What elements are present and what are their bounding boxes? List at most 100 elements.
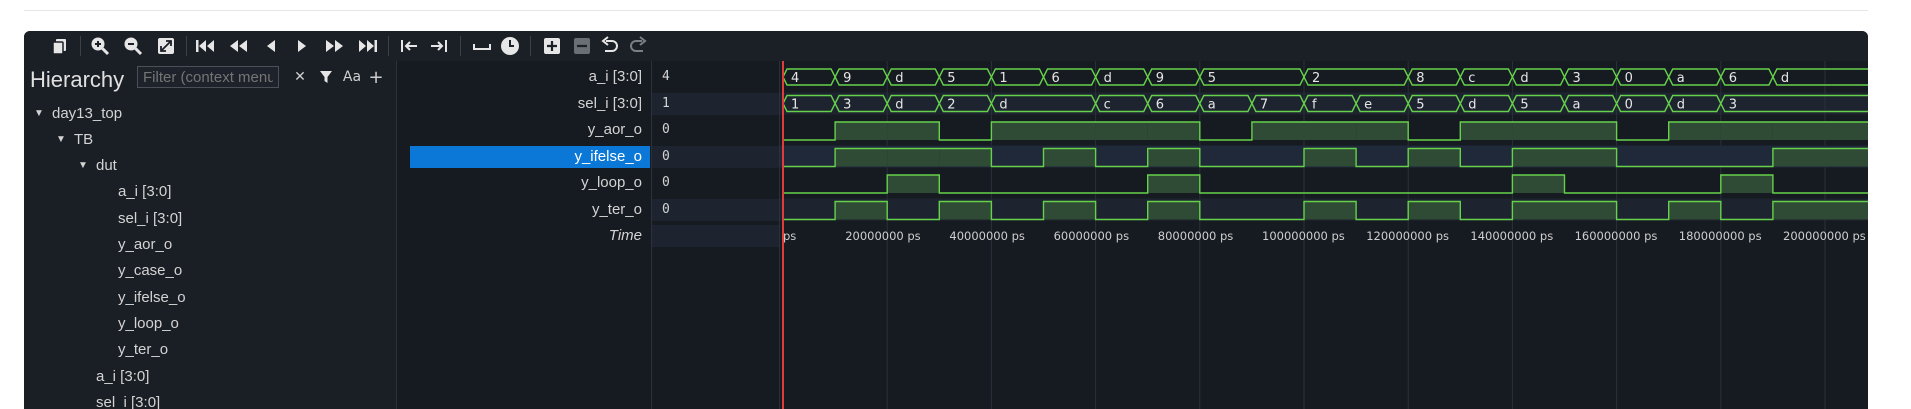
- tree-item-label: y_aor_o: [118, 236, 173, 253]
- tree-item[interactable]: y_ifelse_o: [118, 285, 186, 309]
- remove-icon[interactable]: [570, 34, 594, 58]
- bit-high-fill: [1043, 148, 1096, 167]
- bus-value-label: 9: [843, 71, 851, 86]
- step-back-icon[interactable]: [259, 34, 283, 58]
- bit-high-fill: [1147, 175, 1200, 193]
- bit-high-fill: [1512, 122, 1565, 140]
- zoom-fit-icon[interactable]: [154, 34, 178, 58]
- expand-triangle-icon[interactable]: ▼: [34, 108, 52, 119]
- bus-value-label: 6: [1156, 98, 1164, 113]
- funnel-icon[interactable]: [316, 66, 336, 88]
- bit-high-fill: [1825, 201, 1868, 220]
- signal-name[interactable]: y_ter_o: [410, 199, 650, 221]
- zoom-out-icon[interactable]: [121, 34, 145, 58]
- bit-high-fill: [1512, 148, 1565, 167]
- add-filter-button[interactable]: +: [366, 66, 386, 88]
- tree-item[interactable]: a_i [3:0]: [96, 364, 149, 388]
- time-axis-label: Time: [608, 227, 642, 244]
- time-tick-label: 40000000 ps: [949, 229, 1024, 243]
- tree-item[interactable]: y_aor_o: [118, 233, 172, 257]
- step-forward-icon[interactable]: [290, 34, 314, 58]
- bus-value-label: d: [1781, 71, 1789, 86]
- bit-high-fill: [1147, 201, 1200, 220]
- signal-name[interactable]: y_ifelse_o: [410, 145, 650, 168]
- clear-filter-icon[interactable]: ✕: [290, 66, 310, 88]
- time-tick-label: 20000000 ps: [845, 229, 920, 243]
- bit-high-fill: [1408, 148, 1461, 167]
- bus-value-label: 3: [1729, 98, 1737, 113]
- bus-value-label: 2: [1312, 71, 1320, 86]
- tree-item-label: dut: [96, 157, 117, 175]
- time-tick-label: ps: [783, 229, 796, 243]
- bus-value-label: 0: [1625, 71, 1633, 86]
- bit-high-fill: [1147, 148, 1200, 167]
- toolbar: [24, 31, 1868, 61]
- tree-item-label: TB: [74, 130, 94, 148]
- tree-item[interactable]: y_loop_o: [118, 311, 179, 335]
- time-tick-label: 180000000 ps: [1679, 229, 1762, 243]
- bus-value-label: a: [1573, 98, 1581, 113]
- tree-item-label: a_i [3:0]: [96, 367, 150, 385]
- time-tick-label: 140000000 ps: [1470, 229, 1553, 243]
- bit-high-fill: [1304, 201, 1357, 220]
- add-icon[interactable]: [540, 34, 564, 58]
- bus-value-label: d: [1468, 98, 1476, 113]
- tree-item[interactable]: ▼ day13_top: [34, 101, 122, 125]
- bus-value-label: a: [1677, 71, 1685, 86]
- undo-icon[interactable]: [598, 34, 622, 58]
- bit-high-fill: [1772, 201, 1825, 220]
- bus-value-label: 1: [791, 98, 799, 113]
- waveform-viewer-window: Hierarchy ✕ Aa + ▼day13_top▼TB▼duta_i [3…: [24, 31, 1868, 409]
- tree-item[interactable]: y_case_o: [118, 259, 182, 283]
- zoom-in-icon[interactable]: [88, 34, 112, 58]
- next-transition-icon[interactable]: [427, 34, 451, 58]
- bus-value-label: 5: [947, 71, 955, 86]
- tree-item[interactable]: sel_i [3:0]: [96, 390, 160, 409]
- add-timestamp-icon[interactable]: [498, 34, 522, 58]
- signal-name[interactable]: y_aor_o: [410, 119, 650, 141]
- expand-triangle-icon[interactable]: ▼: [56, 134, 74, 145]
- tree-item[interactable]: a_i [3:0]: [118, 180, 171, 204]
- next-page-icon[interactable]: [322, 34, 346, 58]
- toolbar-separator: [80, 36, 81, 56]
- bit-high-fill: [887, 122, 940, 140]
- bit-high-fill: [939, 148, 992, 167]
- hierarchy-filter-input[interactable]: [137, 66, 279, 88]
- bit-high-fill: [1720, 122, 1773, 140]
- waveform-canvas[interactable]: 4 9 d 5 1 6 d 9 5 2 8 c d 3 0 a 6 d1 3 d 2 d c 6 a 7 f e 5 d 5 a 0 d 3ps 20…: [780, 61, 1868, 409]
- redo-icon[interactable]: [626, 34, 650, 58]
- signal-value: 1: [652, 92, 780, 115]
- tree-item[interactable]: ▼ dut: [78, 154, 117, 178]
- signal-name[interactable]: a_i [3:0]: [410, 66, 650, 88]
- bit-high-fill: [835, 148, 888, 167]
- signal-value: 0: [652, 145, 780, 168]
- tree-item-label: y_ter_o: [118, 341, 169, 359]
- signal-name[interactable]: sel_i [3:0]: [410, 93, 650, 115]
- waveform-panel[interactable]: 4 9 d 5 1 6 d 9 5 2 8 c d 3 0 a 6 d 1 3 d 2 d c 6 a 7 f e 5 d 5 a 0 d 3 ps 20…: [779, 61, 1868, 409]
- signal-value: 0: [662, 122, 670, 137]
- copy-icon[interactable]: [48, 34, 72, 58]
- bit-high-fill: [1304, 148, 1357, 167]
- tree-item[interactable]: y_ter_o: [118, 338, 168, 362]
- go-to-end-icon[interactable]: [355, 34, 379, 58]
- bit-high-fill: [1251, 122, 1304, 140]
- signal-value: 4: [662, 69, 670, 84]
- toolbar-separator: [186, 36, 187, 56]
- page-divider: [24, 10, 1868, 11]
- case-sensitive-toggle[interactable]: Aa: [342, 66, 362, 88]
- bit-high-fill: [1147, 122, 1200, 140]
- toolbar-separator: [530, 36, 531, 56]
- signal-name[interactable]: y_loop_o: [410, 172, 650, 194]
- previous-transition-icon[interactable]: [397, 34, 421, 58]
- previous-page-icon[interactable]: [227, 34, 251, 58]
- add-divider-icon[interactable]: [470, 34, 494, 58]
- time-value-cell: [652, 225, 780, 247]
- tree-item[interactable]: ▼ TB: [56, 127, 93, 151]
- bus-value-label: 0: [1625, 98, 1633, 113]
- time-tick-label: 100000000 ps: [1262, 229, 1345, 243]
- bit-high-fill: [835, 201, 888, 220]
- expand-triangle-icon[interactable]: ▼: [78, 160, 96, 171]
- go-to-start-icon[interactable]: [194, 34, 218, 58]
- time-tick-label: 80000000 ps: [1158, 229, 1233, 243]
- tree-item[interactable]: sel_i [3:0]: [118, 206, 182, 230]
